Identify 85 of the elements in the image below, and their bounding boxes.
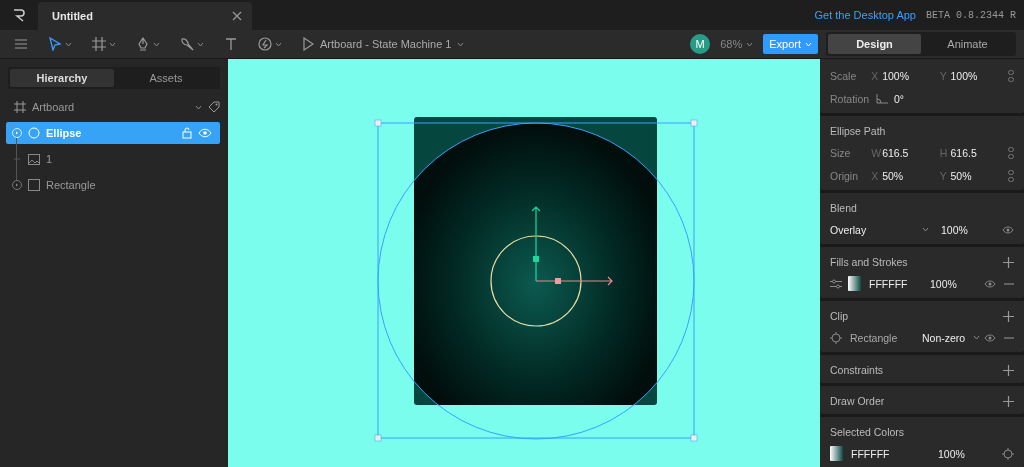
- value-field[interactable]: 616.5: [882, 146, 940, 159]
- tag-icon[interactable]: [208, 101, 220, 113]
- blend-mode-dropdown[interactable]: Overlay: [830, 223, 867, 236]
- mode-tab[interactable]: Design: [828, 34, 921, 54]
- color-value-field[interactable]: FFFFFF: [869, 277, 930, 290]
- opacity-field[interactable]: 100%: [941, 223, 968, 236]
- caret-icon: [195, 104, 202, 110]
- version-label: BETA 0.8.2344 R: [926, 9, 1016, 21]
- caret-icon: [746, 41, 754, 47]
- adjust-icon[interactable]: [830, 278, 842, 289]
- value-field[interactable]: 100%: [950, 69, 1008, 82]
- mode-tab[interactable]: Animate: [921, 34, 1014, 54]
- rectangle-icon: [28, 179, 40, 191]
- transform-gizmo[interactable]: [531, 206, 613, 286]
- brush-icon[interactable]: [180, 37, 194, 51]
- caret-icon: [197, 41, 204, 47]
- axis-label: W: [871, 146, 882, 159]
- gradient-swatch[interactable]: [830, 446, 843, 461]
- add-icon[interactable]: [1003, 310, 1014, 322]
- field-label: Scale: [830, 69, 858, 82]
- field-label: Origin: [830, 169, 859, 182]
- pen-icon[interactable]: [136, 37, 150, 51]
- section-title: Clip: [830, 310, 849, 322]
- color-value-field[interactable]: FFFFFF: [851, 447, 938, 460]
- field-label: Size: [830, 146, 852, 159]
- caret-icon: [109, 41, 116, 47]
- clip-shape-label: Rectangle: [850, 331, 899, 344]
- document-tab[interactable]: Untitled: [38, 2, 252, 30]
- panel-tab[interactable]: Hierarchy: [10, 69, 114, 87]
- lightning-icon[interactable]: [258, 37, 272, 51]
- value-field[interactable]: 616.5: [950, 146, 1008, 159]
- value-field[interactable]: 0°: [894, 92, 905, 105]
- state-machine-selector[interactable]: Artboard - State Machine 1: [320, 38, 452, 50]
- section-title: Selected Colors: [830, 426, 905, 438]
- link-icon[interactable]: [1008, 69, 1014, 82]
- desktop-app-link[interactable]: Get the Desktop App: [814, 9, 916, 21]
- target-icon[interactable]: [830, 331, 842, 344]
- zoom-level[interactable]: 68%: [720, 38, 743, 50]
- opacity-field[interactable]: 100%: [938, 447, 965, 460]
- text-icon[interactable]: [224, 37, 238, 51]
- add-icon[interactable]: [1003, 256, 1014, 268]
- fill-rule-dropdown[interactable]: Non-zero: [922, 331, 966, 344]
- angle-icon: [876, 93, 888, 104]
- caret-icon: [275, 41, 282, 47]
- image-icon: [28, 153, 40, 165]
- close-icon[interactable]: [232, 11, 242, 21]
- link-icon[interactable]: [1008, 169, 1014, 182]
- add-icon[interactable]: [1003, 395, 1014, 407]
- frame-icon: [14, 101, 26, 113]
- field-label: Rotation: [830, 92, 871, 105]
- logo-icon: [12, 8, 26, 22]
- frame-icon[interactable]: [92, 37, 106, 51]
- play-icon[interactable]: [302, 37, 314, 51]
- layer-row[interactable]: Rectangle: [6, 174, 220, 196]
- add-icon[interactable]: [1003, 364, 1014, 376]
- menu-icon[interactable]: [14, 37, 28, 51]
- caret-icon: [805, 41, 812, 47]
- section-title: Ellipse Path: [830, 125, 886, 137]
- panel-tab[interactable]: Assets: [114, 69, 218, 87]
- eye-icon[interactable]: [1002, 225, 1014, 234]
- value-field[interactable]: 100%: [882, 69, 940, 82]
- section-title: Blend: [830, 202, 857, 214]
- section-title: Fills and Strokes: [830, 256, 908, 268]
- pointer-icon[interactable]: [48, 37, 62, 51]
- section-title: Constraints: [830, 364, 884, 376]
- value-field[interactable]: 50%: [882, 169, 940, 182]
- caret-icon: [65, 41, 72, 47]
- eye-icon[interactable]: [984, 333, 996, 342]
- caret-icon: [973, 335, 981, 340]
- value-field[interactable]: 50%: [950, 169, 1008, 182]
- caret-icon: [457, 41, 465, 47]
- axis-label: H: [939, 146, 949, 159]
- section-title: Draw Order: [830, 395, 885, 407]
- caret-icon: [922, 227, 929, 232]
- target-icon[interactable]: [1002, 447, 1014, 460]
- layer-row[interactable]: 1: [6, 148, 220, 170]
- link-icon[interactable]: [1008, 146, 1014, 159]
- ellipse-icon: [28, 127, 40, 139]
- gradient-swatch[interactable]: [848, 276, 861, 291]
- eye-icon[interactable]: [984, 279, 996, 288]
- expand-toggle-icon[interactable]: [12, 180, 22, 190]
- gradient-radius-ring[interactable]: [490, 235, 582, 327]
- opacity-field[interactable]: 100%: [930, 277, 957, 290]
- artboard-label[interactable]: Artboard: [32, 101, 75, 113]
- caret-icon: [153, 41, 160, 47]
